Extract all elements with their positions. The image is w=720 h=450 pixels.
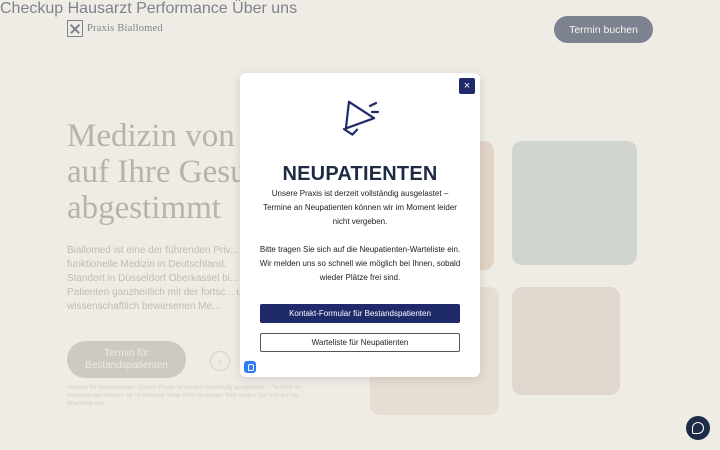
close-icon[interactable]: × bbox=[459, 78, 475, 94]
modal-text: Bitte tragen Sie sich auf die Neupatient… bbox=[259, 245, 461, 282]
brand-badge-icon[interactable] bbox=[244, 361, 256, 373]
contact-form-button[interactable]: Kontakt-Formular für Bestandspatienten bbox=[260, 304, 460, 323]
waitlist-button[interactable]: Warteliste für Neupatienten bbox=[260, 333, 460, 352]
megaphone-icon bbox=[342, 100, 380, 136]
modal-title: NEUPATIENTEN bbox=[282, 163, 438, 185]
modal-text: Unsere Praxis ist derzeit vollständig au… bbox=[263, 189, 457, 226]
chat-icon[interactable] bbox=[686, 416, 710, 440]
new-patients-modal: × NEUPATIENTEN Unsere Praxis ist derzeit… bbox=[240, 73, 480, 377]
